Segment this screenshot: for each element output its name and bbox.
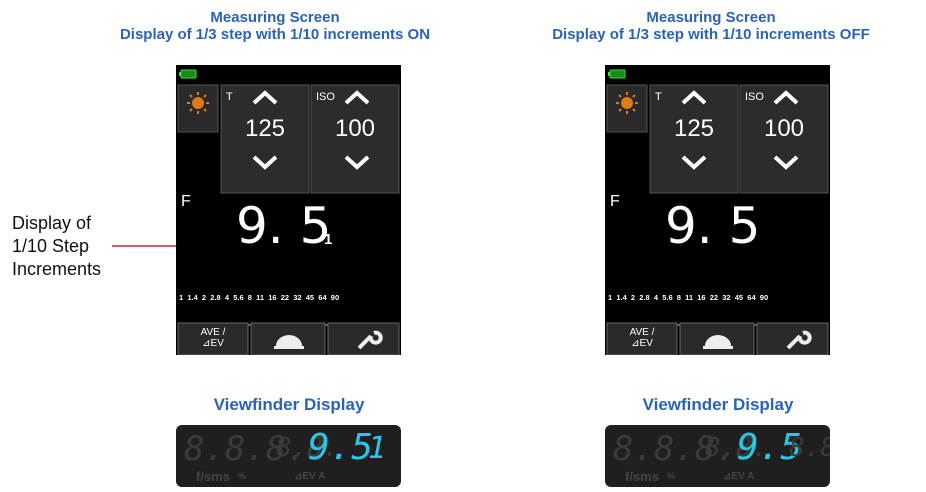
viewfinder-unit-right: ⊿EV A (294, 471, 326, 482)
viewfinder-title-left: Viewfinder Display (213, 395, 365, 414)
ave-label: AVE / (200, 327, 226, 338)
shutter-value[interactable]: 125 (226, 115, 304, 143)
aperture-scale-labels: 1 1.4 2 2.8 4 5.6 8 11 16 22 32 45 64 90 (608, 293, 769, 302)
iso-value[interactable]: 100 (745, 115, 823, 143)
viewfinder-unit-percent: % (238, 471, 247, 481)
viewfinder-tenth-step: 1 (368, 431, 387, 466)
viewfinder-unit-percent: % (667, 471, 676, 481)
ev-label: ⊿EV (631, 338, 653, 349)
t-label: T (226, 91, 233, 103)
aperture-scale-labels: 1 1.4 2 2.8 4 5.6 8 11 16 22 32 45 64 90 (179, 293, 340, 302)
ave-ev-button[interactable]: AVE / ⊿EV (178, 327, 248, 349)
tenth-step-indicator: 1 (324, 231, 333, 248)
t-label: T (655, 91, 662, 103)
viewfinder-unit-right: ⊿EV A (723, 471, 755, 482)
f-label: F (610, 193, 620, 210)
viewfinder-aperture-value: 9.5 (308, 427, 374, 468)
viewfinder-unit-left: f/sms (625, 469, 659, 484)
viewfinder-unit-left: f/sms (196, 469, 230, 484)
aperture-value: 9. 5 (236, 197, 332, 255)
ev-label: ⊿EV (202, 338, 224, 349)
measuring-screen-off: T ISO 125 100 F 9. 5 1 1.4 2 2.8 4 5.6 8… (605, 65, 830, 355)
battery-icon (179, 69, 197, 79)
iso-label: ISO (745, 91, 764, 103)
iso-value[interactable]: 100 (316, 115, 394, 143)
ave-ev-button[interactable]: AVE / ⊿EV (607, 327, 677, 349)
viewfinder-display-off: 8.8.8.8 8.8. 9.5 8.8 f/sms % ⊿EV A (605, 425, 830, 487)
shutter-value[interactable]: 125 (655, 115, 733, 143)
battery-icon (608, 69, 626, 79)
f-label: F (181, 193, 191, 210)
measuring-screen-on: T ISO 125 100 F 9. 5 1 1 1.4 2 2.8 4 5.6… (176, 65, 401, 355)
viewfinder-title-right: Viewfinder Display (642, 395, 794, 414)
viewfinder-display-on: 8.8.8.8 8.8. 9.5 1 f/sms % ⊿EV A (176, 425, 401, 487)
iso-label: ISO (316, 91, 335, 103)
viewfinder-tenth-step-dim: 8.8 (789, 433, 830, 463)
ave-label: AVE / (629, 327, 655, 338)
aperture-value: 9. 5 (665, 197, 761, 255)
